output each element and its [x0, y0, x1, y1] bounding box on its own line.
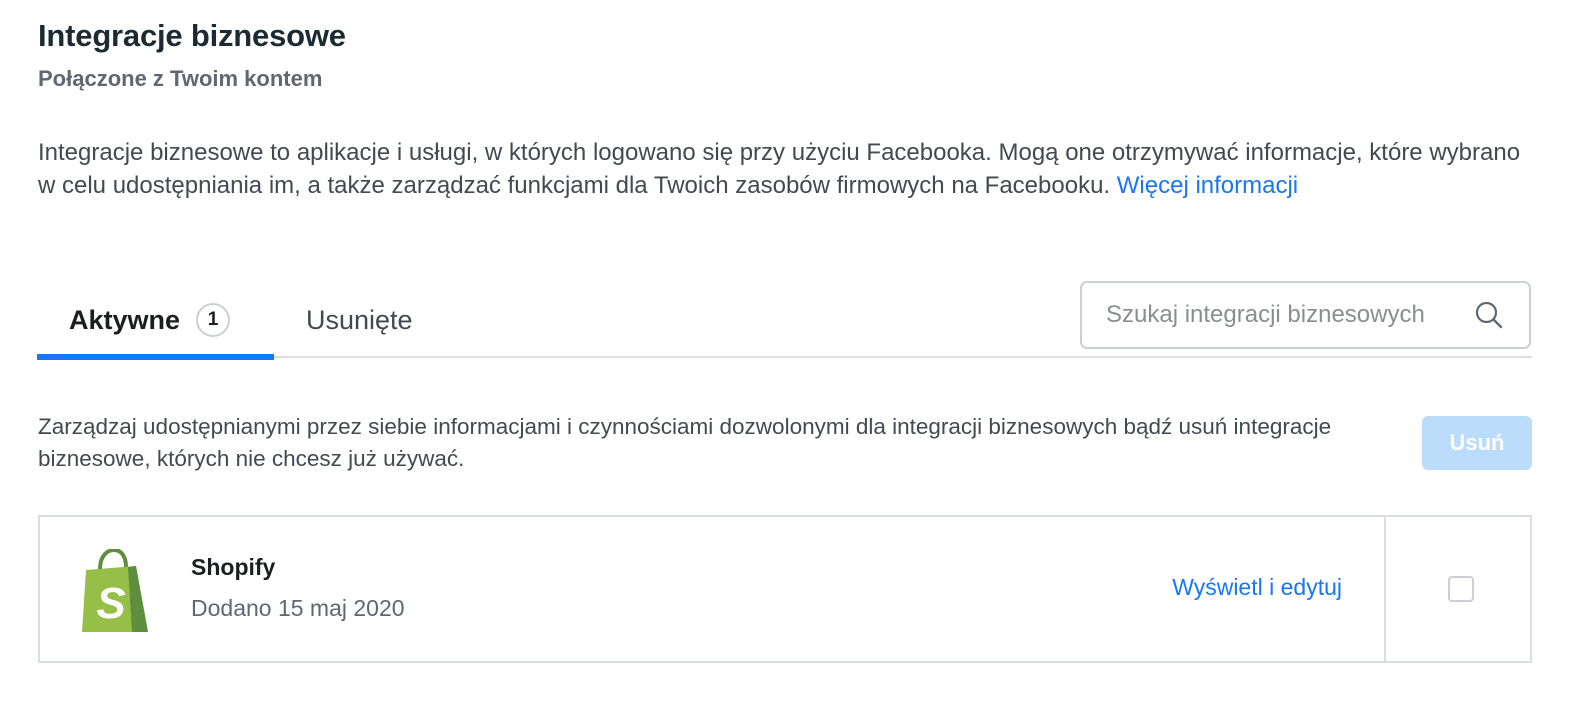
tab-removed-label: Usunięte: [306, 304, 413, 335]
tab-active[interactable]: Aktywne 1: [37, 282, 274, 360]
view-edit-link[interactable]: Wyświetl i edytuj: [1172, 574, 1342, 601]
tab-active-label: Aktywne: [69, 304, 181, 335]
integration-select-checkbox[interactable]: [1448, 576, 1474, 602]
page-subtitle: Połączone z Twoim kontem: [38, 66, 323, 91]
row-divider: [1384, 517, 1386, 661]
search-icon[interactable]: [1473, 299, 1505, 331]
svg-text:S: S: [96, 579, 125, 628]
tab-removed[interactable]: Usunięte: [306, 282, 413, 358]
search-box: [1080, 281, 1531, 349]
learn-more-link[interactable]: Więcej informacji: [1117, 172, 1298, 199]
tab-active-count-badge: 1: [196, 303, 231, 337]
manage-description: Zarządzaj udostępnianymi przez siebie in…: [38, 414, 1332, 471]
integration-added-date: Dodano 15 maj 2020: [191, 595, 405, 621]
remove-button[interactable]: Usuń: [1422, 416, 1532, 470]
page-title: Integracje biznesowe: [38, 18, 346, 53]
search-input[interactable]: [1106, 301, 1463, 329]
intro-description: Integracje biznesowe to aplikacje i usłu…: [38, 136, 1538, 202]
integration-row: S Shopify Dodano 15 maj 2020 Wyświetl i …: [38, 515, 1532, 663]
business-integrations-page: Integracje biznesowe Połączone z Twoim k…: [0, 0, 1592, 726]
shopify-logo-icon: S: [78, 547, 154, 635]
integration-name: Shopify: [191, 554, 276, 580]
